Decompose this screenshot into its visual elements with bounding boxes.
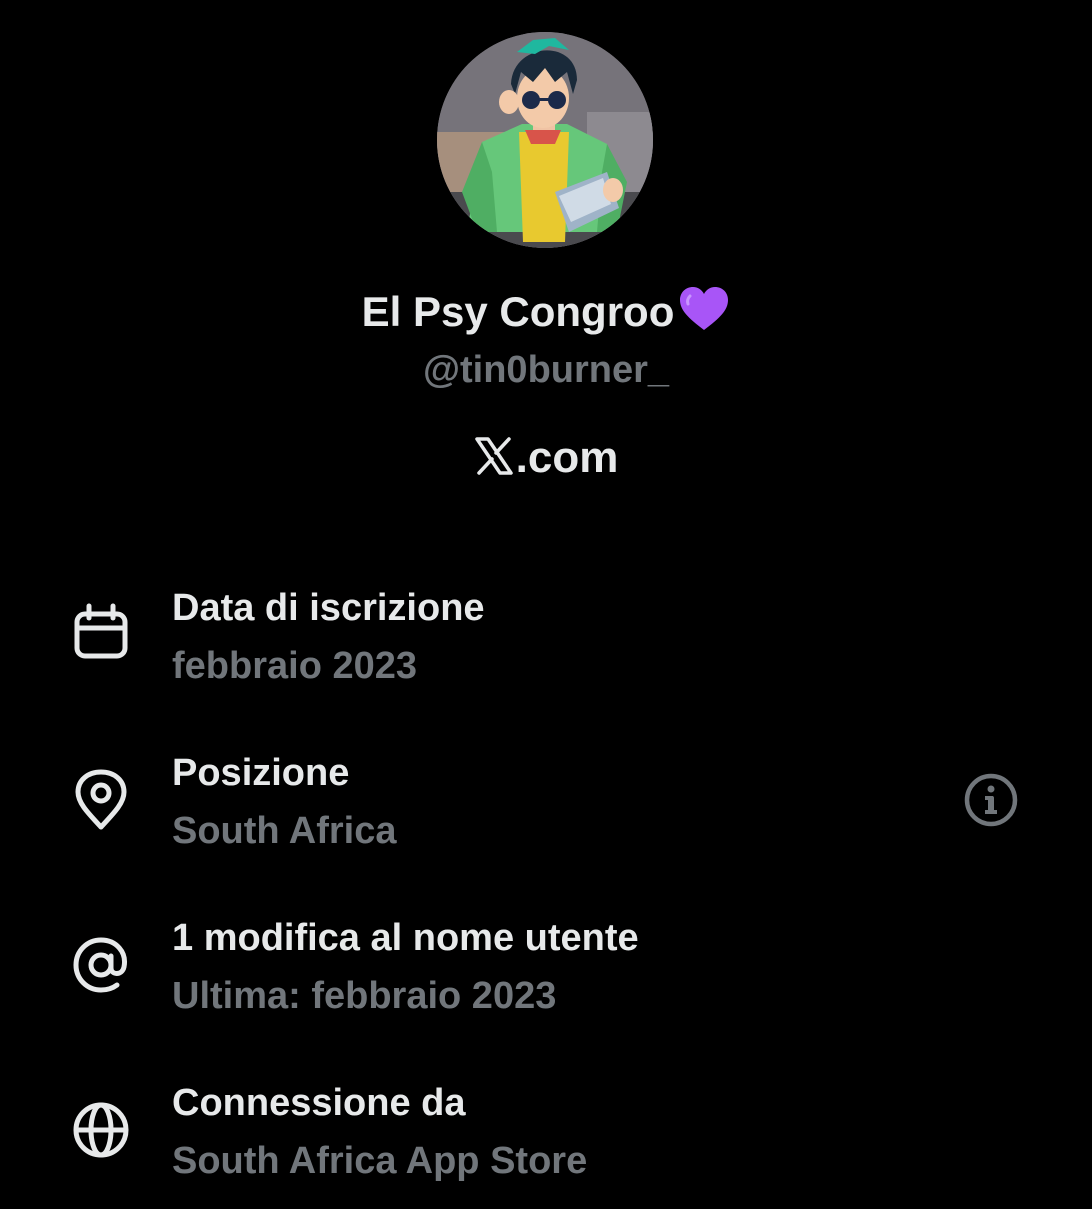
- location-info-button[interactable]: [962, 771, 1020, 829]
- avatar[interactable]: [437, 32, 653, 248]
- website-link[interactable]: .com: [0, 430, 1092, 490]
- location-pin-icon: [70, 769, 132, 831]
- website-text: .com: [515, 433, 619, 482]
- info-row-location: Posizione South Africa: [0, 749, 1092, 879]
- info-title: 1 modifica al nome utente: [172, 917, 639, 959]
- info-title: Posizione: [172, 752, 350, 794]
- info-subtitle: South Africa: [172, 810, 397, 852]
- info-subtitle: Ultima: febbraio 2023: [172, 975, 557, 1017]
- info-title: Data di iscrizione: [172, 587, 485, 629]
- x-logo-icon: [474, 434, 514, 490]
- info-title: Connessione da: [172, 1082, 466, 1124]
- info-subtitle: febbraio 2023: [172, 645, 417, 687]
- at-sign-icon: [70, 934, 132, 996]
- display-name: El Psy Congroo: [0, 286, 1092, 344]
- info-row-username-changes: 1 modifica al nome utente Ultima: febbra…: [0, 914, 1092, 1044]
- profile-handle: @tin0burner_: [422, 349, 670, 391]
- info-row-connected-via: Connessione da South Africa App Store: [0, 1079, 1092, 1209]
- purple-heart-icon: [678, 286, 730, 344]
- info-row-join-date: Data di iscrizione febbraio 2023: [0, 584, 1092, 714]
- info-icon: [964, 773, 1018, 827]
- display-name-text: El Psy Congroo: [361, 288, 675, 335]
- info-subtitle: South Africa App Store: [172, 1140, 588, 1182]
- calendar-icon: [70, 602, 132, 664]
- avatar-image: [437, 32, 653, 248]
- globe-icon: [70, 1099, 132, 1161]
